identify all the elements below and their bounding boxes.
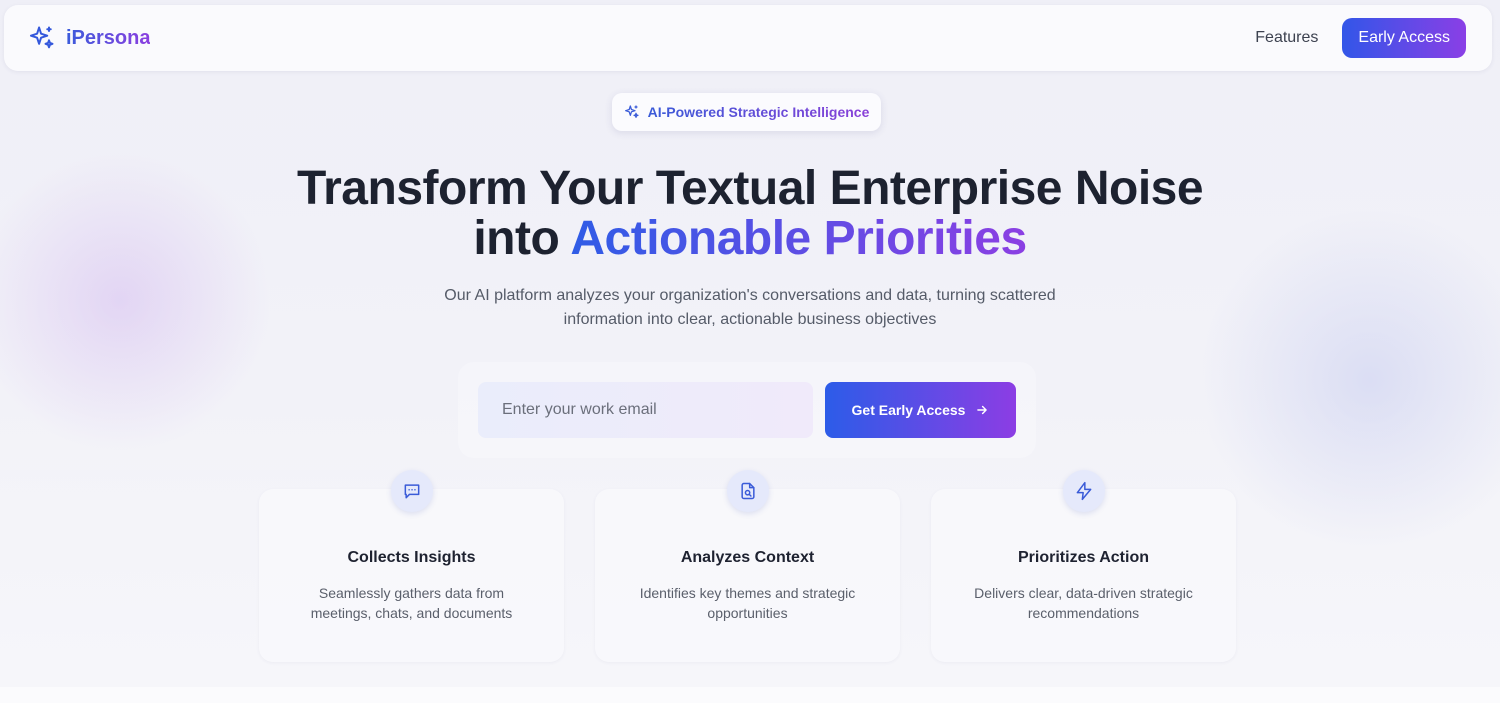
arrow-right-icon: [975, 403, 989, 417]
feature-card-analyzes-context: Analyzes Context Identifies key themes a…: [595, 470, 900, 662]
nav-menu: Features Early Access: [1255, 18, 1466, 58]
feature-card-collects-insights: Collects Insights Seamlessly gathers dat…: [259, 470, 564, 662]
feature-title: Collects Insights: [347, 549, 476, 566]
feature-description: Seamlessly gathers data from meetings, c…: [310, 585, 513, 621]
message-square-icon: [390, 470, 433, 512]
feature-title: Analyzes Context: [680, 549, 815, 566]
submit-label: Get Early Access: [851, 402, 966, 418]
page-footer-strip: [0, 687, 1500, 703]
get-early-access-button[interactable]: Get Early Access: [825, 382, 1016, 438]
feature-title: Prioritizes Action: [1018, 549, 1149, 566]
feature-description: Identifies key themes and strategic oppo…: [639, 585, 856, 621]
headline-highlight: Actionable Priorities: [570, 212, 1027, 265]
nav-link-features[interactable]: Features: [1255, 29, 1318, 47]
badge-text: AI-Powered Strategic Intelligence: [647, 104, 870, 120]
sparkles-icon: [28, 24, 56, 52]
top-navbar: iPersona Features Early Access: [4, 5, 1492, 71]
brand[interactable]: iPersona: [28, 24, 150, 52]
headline-line-2-prefix: into: [473, 212, 560, 265]
ai-powered-badge: AI-Powered Strategic Intelligence: [612, 93, 881, 131]
file-search-icon: [726, 470, 769, 512]
headline-line-1: Transform Your Textual Enterprise Noise: [296, 162, 1204, 215]
early-access-button[interactable]: Early Access: [1342, 18, 1466, 58]
feature-description: Delivers clear, data-driven strategic re…: [974, 585, 1193, 621]
hero-subtitle: Our AI platform analyzes your organizati…: [444, 287, 1056, 328]
hero-headline: Transform Your Textual Enterprise Noise …: [0, 164, 1500, 264]
sparkles-icon: [624, 104, 640, 120]
zap-icon: [1062, 470, 1105, 512]
feature-card-prioritizes-action: Prioritizes Action Delivers clear, data-…: [931, 470, 1236, 662]
brand-name: iPersona: [66, 26, 151, 49]
email-input[interactable]: [478, 382, 813, 438]
